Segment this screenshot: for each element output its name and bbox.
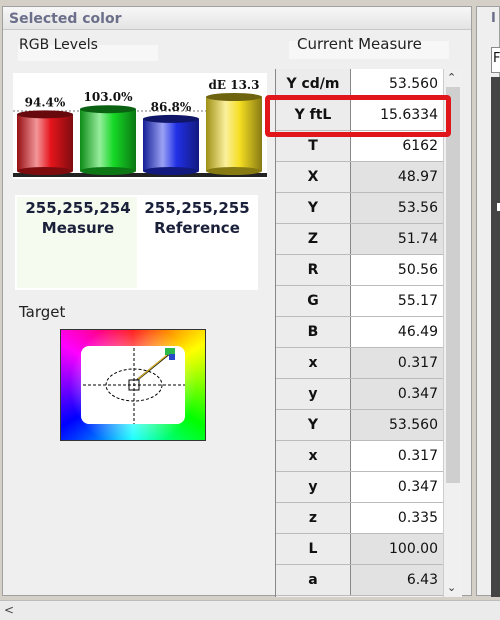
bar-de xyxy=(206,97,262,171)
bar-blue-cap xyxy=(143,114,199,123)
rgb-levels-chart: 94.4% 103.0% 86.8% dE 13.3 xyxy=(13,73,267,179)
bar-de-cap xyxy=(206,93,262,101)
bar-red-label: 94.4% xyxy=(25,95,66,109)
measurement-value: 0.347 xyxy=(351,472,444,502)
measure-label: Measure xyxy=(41,219,115,237)
rgb-levels-label: RGB Levels xyxy=(19,37,98,53)
measurement-value: 100.00 xyxy=(351,534,444,564)
measurement-row: B 46.49 xyxy=(276,317,444,348)
measurement-value: 50.56 xyxy=(351,255,444,285)
measurement-value: 0.317 xyxy=(351,348,444,378)
measurement-value: 51.74 xyxy=(351,224,444,254)
measurements-table: Y cd/m 53.560 Y ftL 15.6334 T 6162 X 48.97 Y 53.5… xyxy=(275,69,445,597)
bar-blue-label: 86.8% xyxy=(151,100,192,114)
target-gamut-plot xyxy=(60,329,206,441)
scroll-up-icon[interactable]: ⌃ xyxy=(447,71,456,84)
bar-blue-base xyxy=(143,167,199,175)
measurement-row: y 0.347 xyxy=(276,379,444,410)
measurement-row: G 55.17 xyxy=(276,286,444,317)
bar-green xyxy=(80,109,136,171)
measurement-value: 48.97 xyxy=(351,162,444,192)
measurement-value: 6.43 xyxy=(351,565,444,595)
measurement-row: z 0.335 xyxy=(276,503,444,534)
panel-header: Selected color xyxy=(3,7,471,30)
measurement-value: 0.335 xyxy=(351,503,444,533)
measurement-row: L 100.00 xyxy=(276,534,444,565)
measurement-row: Y 53.560 xyxy=(276,410,444,441)
measurement-key: Y xyxy=(276,193,351,223)
measurement-key: x xyxy=(276,441,351,471)
measurement-key: L xyxy=(276,534,351,564)
table-vertical-scrollbar[interactable]: ⌃ ⌄ xyxy=(443,69,462,597)
bar-green-label: 103.0% xyxy=(84,90,134,104)
measurement-key: y xyxy=(276,472,351,502)
measurement-key: Y xyxy=(276,410,351,440)
target-crosshair-icon xyxy=(83,348,185,424)
measurement-value: 0.347 xyxy=(351,379,444,409)
adjacent-panel-title-fragment: I xyxy=(491,11,496,26)
panel-title: Selected color xyxy=(9,11,122,27)
adjacent-field-text: F xyxy=(493,51,500,66)
bar-de-base xyxy=(206,167,262,175)
measurement-row: a 6.43 xyxy=(276,565,444,596)
measurement-key: a xyxy=(276,565,351,595)
measurement-row: y 0.347 xyxy=(276,472,444,503)
bar-blue xyxy=(143,118,199,171)
target-label: Target xyxy=(19,303,66,321)
measurement-key: X xyxy=(276,162,351,192)
measurement-key: G xyxy=(276,286,351,316)
adjacent-panel: I F xyxy=(476,6,500,597)
measurement-key: B xyxy=(276,317,351,347)
measurement-value: 46.49 xyxy=(351,317,444,347)
bar-red-base xyxy=(17,167,73,175)
measurement-row: Z 51.74 xyxy=(276,224,444,255)
bar-de-label: dE 13.3 xyxy=(209,78,260,92)
current-measure-label: Current Measure xyxy=(297,35,422,53)
measurement-row: Y 53.56 xyxy=(276,193,444,224)
measurement-key: Z xyxy=(276,224,351,254)
measurement-key: z xyxy=(276,503,351,533)
scroll-down-icon[interactable]: ⌄ xyxy=(447,581,456,594)
measurement-value: 53.56 xyxy=(351,193,444,223)
y-ftl-highlight-box xyxy=(265,95,451,137)
horizontal-scrollbar[interactable]: < xyxy=(0,600,500,620)
reference-rgb-value: 255,255,255 xyxy=(144,199,250,217)
measurement-row: X 48.97 xyxy=(276,162,444,193)
adjacent-dark-area xyxy=(491,77,500,597)
bar-red xyxy=(17,114,73,171)
bar-red-cap xyxy=(17,110,73,119)
measurement-key: x xyxy=(276,348,351,378)
measurement-row: x 0.317 xyxy=(276,348,444,379)
measure-rgb-value: 255,255,254 xyxy=(25,199,131,217)
measurement-value: 55.17 xyxy=(351,286,444,316)
measurement-value: 53.560 xyxy=(351,410,444,440)
bar-green-base xyxy=(80,167,136,175)
measurement-row: x 0.317 xyxy=(276,441,444,472)
measurement-row: R 50.56 xyxy=(276,255,444,286)
selected-color-panel: Selected color RGB Levels Current Measur… xyxy=(2,6,472,597)
measurement-value: 0.317 xyxy=(351,441,444,471)
measurement-key: R xyxy=(276,255,351,285)
measurement-key: y xyxy=(276,379,351,409)
bar-green-cap xyxy=(80,105,136,114)
scrollbar-thumb[interactable] xyxy=(446,87,460,483)
reference-label: Reference xyxy=(154,219,240,237)
color-values-box: 255,255,254 Measure 255,255,255 Referenc… xyxy=(15,195,258,290)
scroll-left-icon[interactable]: < xyxy=(4,603,14,617)
